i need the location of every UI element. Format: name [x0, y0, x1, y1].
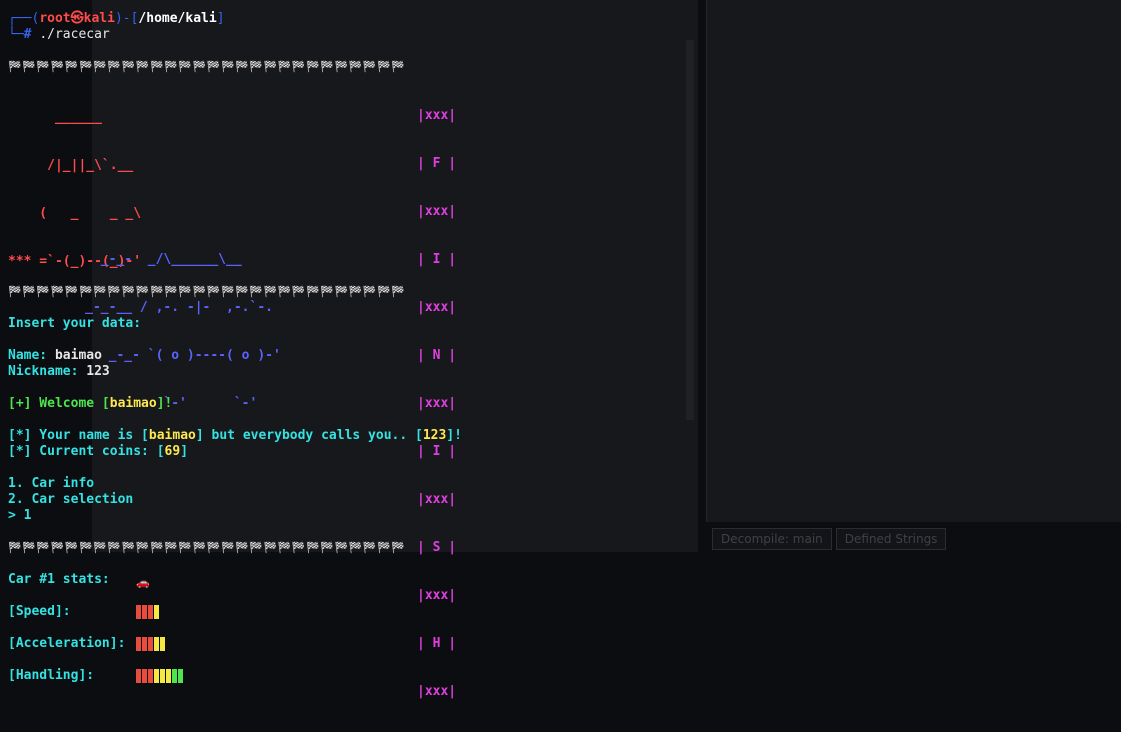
flag-row-bottom: 🏁🏁🏁🏁🏁🏁🏁🏁🏁🏁🏁🏁🏁🏁🏁🏁🏁🏁🏁🏁🏁🏁🏁🏁🏁🏁🏁🏁	[8, 285, 406, 298]
name-value: baimao	[54, 348, 102, 363]
menu-item-car-selection: 2. Car selection	[8, 492, 134, 507]
stat-bar-segment	[172, 669, 177, 683]
flag-row-top: 🏁🏁🏁🏁🏁🏁🏁🏁🏁🏁🏁🏁🏁🏁🏁🏁🏁🏁🏁🏁🏁🏁🏁🏁🏁🏁🏁🏁	[8, 60, 406, 73]
prompt-user: root㉿kali	[39, 11, 115, 26]
stat-bar-segment	[148, 637, 153, 651]
acceleration-label: [Acceleration]:	[8, 636, 126, 651]
stat-bar-segment	[178, 669, 183, 683]
stat-bar-segment	[142, 637, 147, 651]
coins-value: 69	[164, 444, 181, 459]
speed-label: [Speed]:	[8, 604, 71, 619]
car-stats-title: Car #1 stats:	[8, 572, 110, 587]
menu-item-car-info: 1. Car info	[8, 476, 95, 491]
insert-data-prompt: Insert your data:	[8, 316, 142, 331]
stat-bar-segment	[148, 669, 153, 683]
command-text: ./racecar	[39, 27, 110, 42]
stat-bar-segment	[166, 669, 171, 683]
name-info-line: [*] Your name is [baimao] but everybody …	[8, 428, 462, 443]
acceleration-bar	[136, 637, 165, 651]
shell-prompt-line-2: └─# ./racecar	[8, 27, 110, 42]
handling-bar	[136, 669, 183, 683]
stat-bar-segment	[160, 669, 165, 683]
flag-row-stats: 🏁🏁🏁🏁🏁🏁🏁🏁🏁🏁🏁🏁🏁🏁🏁🏁🏁🏁🏁🏁🏁🏁🏁🏁🏁🏁🏁🏁	[8, 541, 406, 554]
stat-bar-segment	[160, 637, 165, 651]
stat-bar-segment	[154, 637, 159, 651]
name-line: Name: baimao	[8, 348, 102, 363]
stat-bar-segment	[142, 605, 147, 619]
nickname-line: Nickname: 123	[8, 364, 110, 379]
stat-bar-segment	[148, 605, 153, 619]
stat-bar-segment	[136, 605, 141, 619]
prompt-directory: /home/kali	[138, 11, 217, 26]
speed-bar	[136, 605, 159, 619]
shell-prompt-line-1: ┌──(root㉿kali)-[/home/kali]	[8, 11, 225, 26]
finish-banner: |xxx| | F | |xxx| | I | |xxx| | N | |xxx…	[417, 108, 457, 699]
stat-bar-segment	[136, 669, 141, 683]
welcome-line: [+] Welcome [baimao]!	[8, 396, 173, 411]
stat-bar-segment	[154, 605, 159, 619]
terminal-window[interactable]: ┌──(root㉿kali)-[/home/kali] └─# ./raceca…	[0, 0, 1121, 719]
coins-line: [*] Current coins: [69]	[8, 444, 189, 459]
stat-bar-segment	[154, 669, 159, 683]
stat-bar-segment	[136, 637, 141, 651]
nickname-value: 123	[86, 364, 110, 379]
handling-label: [Handling]:	[8, 668, 95, 683]
stat-bar-segment	[142, 669, 147, 683]
car-icon: 🚗	[136, 576, 150, 589]
menu-input-line[interactable]: > 1	[8, 508, 31, 524]
